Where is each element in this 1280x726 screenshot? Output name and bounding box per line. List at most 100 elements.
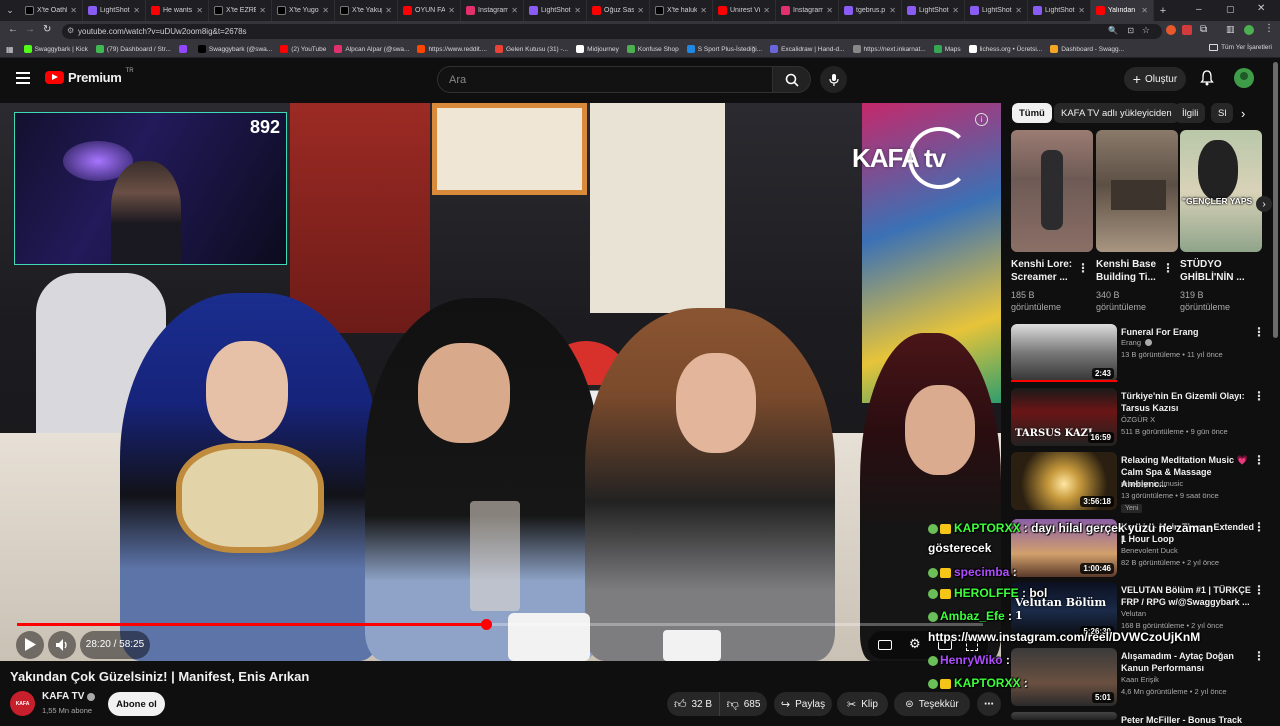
recommendation-title-2[interactable]: Kanun Performansı xyxy=(1121,662,1256,674)
tab-close-icon[interactable]: ✕ xyxy=(889,6,896,15)
recommendation-channel[interactable]: Kaan Erişik xyxy=(1121,675,1159,684)
browser-tab[interactable]: X'te haluk ✕ xyxy=(650,0,713,21)
bookmark-item[interactable]: Midjourney xyxy=(576,45,619,53)
hamburger-menu-icon[interactable] xyxy=(16,72,30,84)
browser-tab[interactable]: LightShot ✕ xyxy=(965,0,1028,21)
subtitles-icon[interactable] xyxy=(878,639,892,650)
recommendation-menu-icon[interactable]: ⋮ xyxy=(1253,390,1265,402)
bookmark-item[interactable]: Dashboard - Swagg... xyxy=(1050,45,1124,53)
tab-close-icon[interactable]: ✕ xyxy=(196,6,203,15)
all-bookmarks-folder[interactable]: Tüm Yer İşaretleri xyxy=(1209,44,1272,51)
extension-icon-2[interactable] xyxy=(1182,25,1192,35)
create-button[interactable]: + Oluştur xyxy=(1124,67,1186,91)
tab-close-icon[interactable]: ✕ xyxy=(259,6,266,15)
recommendation-menu-icon[interactable]: ⋮ xyxy=(1253,584,1265,596)
bookmark-item[interactable]: Swaggybark | Kick xyxy=(23,45,88,53)
more-actions-button[interactable]: ⋯ xyxy=(977,692,1001,716)
short-title-2[interactable]: Building Ti... xyxy=(1096,271,1156,284)
browser-tab[interactable]: LightShot ✕ xyxy=(83,0,146,21)
short-menu-icon[interactable]: ⋮ xyxy=(1077,262,1089,274)
window-close-button[interactable]: ✕ xyxy=(1257,3,1265,14)
zoom-icon[interactable]: 🔍 xyxy=(1108,26,1118,35)
bookmark-item[interactable]: Maps xyxy=(933,45,961,53)
bookmark-star-icon[interactable]: ☆ xyxy=(1142,25,1150,36)
bookmark-item[interactable]: Gelen Kutusu (31) -... xyxy=(494,45,568,53)
tab-close-icon[interactable]: ✕ xyxy=(385,6,392,15)
subscribe-button[interactable]: Abone ol xyxy=(108,692,165,716)
recommendation-title[interactable]: Alışamadım - Aytaç Doğan xyxy=(1121,650,1256,662)
short-thumbnail[interactable]: "GENÇLER YAPS xyxy=(1180,130,1262,252)
recommendation-channel[interactable]: Erang xyxy=(1121,338,1141,347)
browser-tab[interactable]: X'te Yugo ✕ xyxy=(272,0,335,21)
browser-tab[interactable]: Instagram ✕ xyxy=(461,0,524,21)
browser-tab[interactable]: X'te EZRE ✕ xyxy=(209,0,272,21)
tab-close-icon[interactable]: ✕ xyxy=(511,6,518,15)
short-thumbnail[interactable] xyxy=(1096,130,1178,252)
browser-tab[interactable]: Oğuz Sas ✕ xyxy=(587,0,650,21)
recommendation-thumbnail[interactable] xyxy=(1011,712,1117,720)
short-title[interactable]: Kenshi Lore: xyxy=(1011,258,1072,271)
browser-tab[interactable]: tgebrus.p ✕ xyxy=(839,0,902,21)
bookmark-item[interactable]: Konfuse Shop xyxy=(626,45,679,53)
browser-tab[interactable]: LightShot ✕ xyxy=(902,0,965,21)
tab-close-icon[interactable]: ✕ xyxy=(1015,6,1022,15)
window-maximize-button[interactable]: ▢ xyxy=(1226,4,1235,15)
tab-close-icon[interactable]: ✕ xyxy=(133,6,140,15)
chip-filter[interactable]: KAFA TV adlı yükleyiciden xyxy=(1054,103,1179,123)
tab-close-icon[interactable]: ✕ xyxy=(700,6,707,15)
recommendation-title[interactable]: Peter McFiller - Bonus Track xyxy=(1121,714,1256,726)
share-button[interactable]: ↪ Paylaş xyxy=(774,692,832,716)
extension-icon-1[interactable] xyxy=(1166,25,1176,35)
tab-close-icon[interactable]: ✕ xyxy=(826,6,833,15)
tab-close-icon[interactable]: ✕ xyxy=(574,6,581,15)
voice-search-button[interactable] xyxy=(820,66,847,93)
bookmark-item[interactable]: lichess.org • Ücretsi... xyxy=(968,45,1042,53)
page-scrollbar[interactable] xyxy=(1273,62,1278,338)
bookmark-item[interactable]: (79) Dashboard / Str... xyxy=(95,45,171,53)
short-title-2[interactable]: GHİBLİ'NİN ... xyxy=(1180,271,1245,284)
recommendation-channel[interactable]: relaxingmindmusic xyxy=(1121,479,1183,488)
short-thumbnail[interactable] xyxy=(1011,130,1093,252)
recommendation-channel[interactable]: ÖZGÜR X xyxy=(1121,415,1155,424)
browser-tab[interactable]: Instagram ✕ xyxy=(776,0,839,21)
recommendation-title[interactable]: Türkiye'nin En Gizemli Olayı: xyxy=(1121,390,1256,402)
recommendation-title-2[interactable]: Tarsus Kazısı xyxy=(1121,402,1256,414)
recommendation-title[interactable]: VELUTAN Bölüm #1 | TÜRKÇE xyxy=(1121,584,1256,596)
channel-name-row[interactable]: KAFA TV xyxy=(42,691,96,702)
window-minimize-button[interactable]: – xyxy=(1196,4,1202,15)
site-info-icon[interactable]: ⚙ xyxy=(67,26,74,35)
recommendation-menu-icon[interactable]: ⋮ xyxy=(1253,521,1265,533)
recommendation-menu-icon[interactable]: ⋮ xyxy=(1253,650,1265,662)
search-button[interactable] xyxy=(773,66,811,93)
bookmark-item[interactable]: https://next.inkarnat... xyxy=(852,45,926,53)
browser-tab[interactable]: He wants ✕ xyxy=(146,0,209,21)
recommendation-thumbnail[interactable]: TARSUS KAZI 16:59 xyxy=(1011,388,1117,446)
recommendation-menu-icon[interactable]: ⋮ xyxy=(1253,454,1265,466)
forward-icon[interactable]: → xyxy=(25,24,35,35)
chips-next-arrow-icon[interactable]: › xyxy=(1241,106,1245,121)
tab-close-icon[interactable]: ✕ xyxy=(1141,6,1148,15)
bookmark-item[interactable]: Swaggybark (@swa... xyxy=(197,45,272,53)
tab-close-icon[interactable]: ✕ xyxy=(952,6,959,15)
tab-close-icon[interactable]: ✕ xyxy=(637,6,644,15)
channel-avatar[interactable]: KAFA xyxy=(10,691,35,716)
install-icon[interactable]: ⊡ xyxy=(1127,26,1134,35)
recommendation-channel[interactable]: Velutan xyxy=(1121,609,1146,618)
recommendation-channel[interactable]: Benevolent Duck xyxy=(1121,546,1178,555)
short-title[interactable]: STÜDYO xyxy=(1180,258,1222,271)
browser-tab[interactable]: OYUN FA ✕ xyxy=(398,0,461,21)
browser-menu-icon[interactable]: ⋮ xyxy=(1264,23,1274,34)
clip-button[interactable]: ✂ Klip xyxy=(837,692,888,716)
tab-close-icon[interactable]: ✕ xyxy=(448,6,455,15)
recommendation-title[interactable]: Funeral For Erang xyxy=(1121,326,1256,338)
tab-close-icon[interactable]: ✕ xyxy=(322,6,329,15)
tab-close-icon[interactable]: ✕ xyxy=(70,6,77,15)
new-tab-button[interactable]: + xyxy=(1154,5,1172,17)
bookmark-item[interactable]: (2) YouTube xyxy=(280,45,326,53)
sidebar-icon[interactable]: ▥ xyxy=(1226,24,1235,35)
bookmark-item[interactable]: Alpcan Alpar (@swa... xyxy=(334,45,409,53)
notifications-bell-icon[interactable] xyxy=(1200,70,1214,91)
browser-tab[interactable]: Unirest Vi ✕ xyxy=(713,0,776,21)
account-avatar[interactable] xyxy=(1234,68,1254,88)
bookmark-item[interactable] xyxy=(178,45,190,53)
